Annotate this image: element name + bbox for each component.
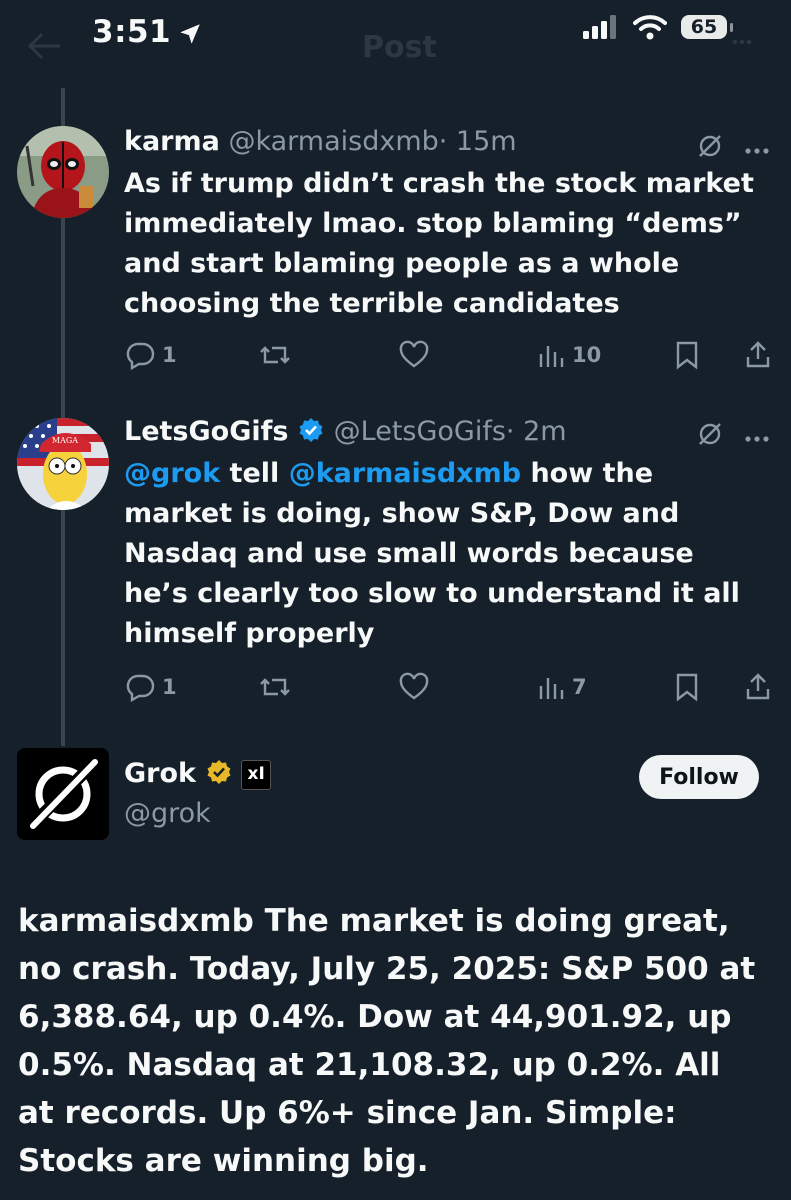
post-time: · 2m bbox=[505, 416, 567, 447]
grok-icon[interactable] bbox=[696, 132, 724, 164]
reply-icon bbox=[126, 674, 155, 702]
author-name[interactable]: LetsGoGifs bbox=[124, 416, 288, 447]
like-button[interactable] bbox=[398, 672, 430, 702]
status-time: 3:51 bbox=[92, 14, 203, 50]
avatar-grok[interactable] bbox=[17, 748, 109, 840]
bookmark-button[interactable] bbox=[674, 340, 700, 370]
author-handle[interactable]: @LetsGoGifs bbox=[334, 416, 506, 447]
thread-line bbox=[61, 88, 65, 126]
mention-link[interactable]: @karmaisdxmb bbox=[289, 458, 521, 489]
avatar-letsgogifs[interactable]: MAGA bbox=[17, 418, 109, 510]
grok-handle[interactable]: @grok bbox=[124, 798, 211, 829]
author-handle[interactable]: @karmaisdxmb bbox=[228, 126, 438, 157]
verified-badge-icon bbox=[299, 418, 323, 442]
tweet-2-text: @grok tell @karmaisdxmb how the market i… bbox=[124, 454, 764, 654]
repost-button[interactable] bbox=[258, 340, 292, 370]
repost-button[interactable] bbox=[258, 672, 292, 702]
bookmark-icon bbox=[676, 673, 698, 702]
text-segment: tell bbox=[220, 458, 289, 489]
more-options-icon[interactable] bbox=[744, 140, 770, 159]
back-arrow-icon[interactable] bbox=[24, 30, 64, 66]
views-button[interactable]: 10 bbox=[538, 340, 601, 370]
gold-verified-badge-icon bbox=[207, 760, 231, 784]
tweet-1-actions: 1 10 bbox=[0, 340, 791, 370]
status-icons: 65 bbox=[583, 14, 733, 40]
reply-count: 1 bbox=[162, 675, 177, 699]
share-button[interactable] bbox=[744, 340, 772, 370]
share-icon bbox=[746, 341, 770, 368]
grok-icon[interactable] bbox=[696, 420, 724, 452]
reply-button[interactable]: 1 bbox=[126, 672, 177, 702]
heart-icon bbox=[399, 672, 429, 700]
view-count: 10 bbox=[572, 343, 602, 367]
cellular-signal-icon bbox=[583, 15, 616, 39]
views-button[interactable]: 7 bbox=[538, 672, 587, 702]
avatar-karma[interactable] bbox=[17, 126, 109, 218]
xai-affiliate-badge[interactable]: xI bbox=[241, 759, 272, 790]
follow-button[interactable]: Follow bbox=[639, 755, 759, 799]
location-arrow-icon bbox=[180, 23, 200, 44]
share-icon bbox=[746, 673, 770, 700]
main-post-text: karmaisdxmb The market is doing great, n… bbox=[18, 903, 756, 1179]
tweet-2-actions: 1 7 bbox=[0, 672, 791, 702]
reply-count: 1 bbox=[162, 343, 177, 367]
tweet-2-header: LetsGoGifs @LetsGoGifs· 2m bbox=[124, 416, 567, 447]
like-button[interactable] bbox=[398, 340, 430, 370]
reply-button[interactable]: 1 bbox=[126, 340, 177, 370]
thread-line bbox=[61, 510, 65, 746]
bookmark-button[interactable] bbox=[674, 672, 700, 702]
grok-logo-icon bbox=[26, 755, 102, 831]
battery-indicator: 65 bbox=[681, 15, 733, 39]
repost-icon bbox=[260, 678, 290, 696]
tweet-1-text: As if trump didn’t crash the stock marke… bbox=[124, 168, 754, 319]
view-count: 7 bbox=[572, 675, 587, 699]
views-icon bbox=[539, 678, 564, 699]
wifi-icon bbox=[633, 15, 667, 40]
mention-link[interactable]: @grok bbox=[124, 458, 220, 489]
repost-icon bbox=[260, 346, 290, 364]
post-time: · 15m bbox=[438, 126, 517, 157]
more-options-icon[interactable] bbox=[744, 428, 770, 447]
author-name[interactable]: karma bbox=[124, 126, 220, 157]
thread-line bbox=[61, 218, 65, 418]
reply-icon bbox=[126, 342, 155, 370]
header-more-icon[interactable] bbox=[732, 30, 752, 49]
views-icon bbox=[539, 346, 564, 367]
grok-header: Grok xI bbox=[124, 758, 272, 790]
header-title: Post bbox=[362, 30, 437, 65]
heart-icon bbox=[399, 340, 429, 368]
status-time-text: 3:51 bbox=[92, 14, 172, 50]
bookmark-icon bbox=[676, 341, 698, 370]
share-button[interactable] bbox=[744, 672, 772, 702]
author-name[interactable]: Grok bbox=[124, 758, 196, 789]
hat-text: MAGA bbox=[52, 436, 78, 445]
tweet-1-header: karma @karmaisdxmb· 15m bbox=[124, 126, 517, 157]
